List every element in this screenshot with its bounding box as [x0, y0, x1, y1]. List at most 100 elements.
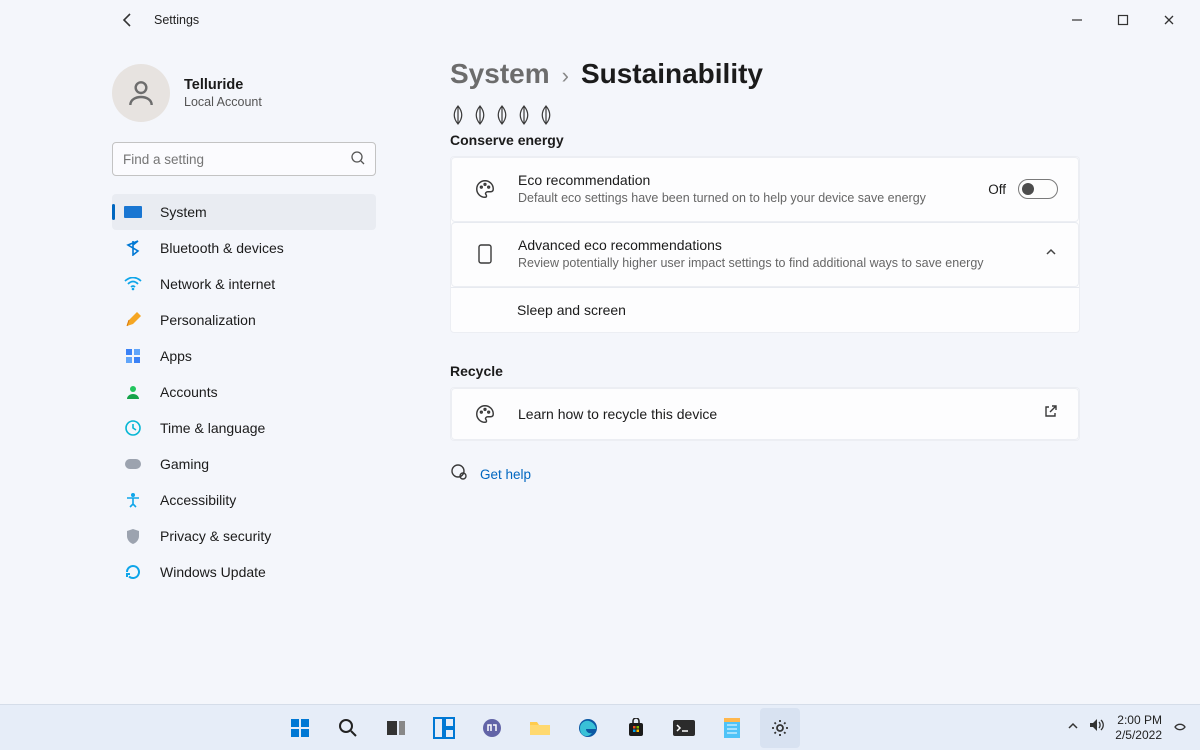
- device-icon: [472, 244, 498, 264]
- nav-label: Apps: [160, 348, 192, 364]
- nav-item-update[interactable]: Windows Update: [112, 554, 376, 590]
- notification-icon[interactable]: [1172, 717, 1188, 738]
- nav-label: Personalization: [160, 312, 256, 328]
- back-button[interactable]: [112, 4, 144, 36]
- nav-label: Accessibility: [160, 492, 236, 508]
- nav-item-network[interactable]: Network & internet: [112, 266, 376, 302]
- apps-icon: [122, 345, 144, 367]
- eco-subtitle: Default eco settings have been turned on…: [518, 190, 988, 207]
- conserve-card: Eco recommendation Default eco settings …: [450, 156, 1080, 333]
- update-icon: [122, 561, 144, 583]
- chevron-right-icon: ›: [562, 63, 569, 89]
- search-input[interactable]: [112, 142, 376, 176]
- main-content: System › Sustainability Conserve energy: [392, 40, 1200, 704]
- nav-label: Bluetooth & devices: [160, 240, 284, 256]
- sleep-and-screen-row[interactable]: Sleep and screen: [451, 287, 1079, 332]
- store-button[interactable]: [616, 708, 656, 748]
- nav-item-time[interactable]: Time & language: [112, 410, 376, 446]
- get-help-row[interactable]: Get help: [450, 463, 1080, 486]
- gamepad-icon: [122, 453, 144, 475]
- nav-label: Time & language: [160, 420, 265, 436]
- nav-item-privacy[interactable]: Privacy & security: [112, 518, 376, 554]
- sleep-title: Sleep and screen: [517, 302, 626, 318]
- nav-item-system[interactable]: System: [112, 194, 376, 230]
- clock-icon: [122, 417, 144, 439]
- nav-item-personalization[interactable]: Personalization: [112, 302, 376, 338]
- account-name: Telluride: [184, 77, 262, 93]
- breadcrumb-current: Sustainability: [581, 58, 763, 90]
- taskbar-clock[interactable]: 2:00 PM 2/5/2022: [1115, 713, 1162, 742]
- sidebar: Telluride Local Account System Bluetooth…: [0, 40, 392, 704]
- recycle-title: Learn how to recycle this device: [518, 406, 1043, 422]
- nav-label: Accounts: [160, 384, 218, 400]
- recycle-row[interactable]: Learn how to recycle this device: [451, 388, 1079, 440]
- account-block[interactable]: Telluride Local Account: [112, 64, 376, 122]
- help-icon: [450, 463, 468, 486]
- task-view-button[interactable]: [376, 708, 416, 748]
- chat-button[interactable]: [472, 708, 512, 748]
- leaf-row: [450, 104, 1080, 126]
- adv-title: Advanced eco recommendations: [518, 237, 1044, 253]
- nav-item-apps[interactable]: Apps: [112, 338, 376, 374]
- nav-item-accessibility[interactable]: Accessibility: [112, 482, 376, 518]
- window-title: Settings: [154, 13, 199, 27]
- shield-icon: [122, 525, 144, 547]
- edge-button[interactable]: [568, 708, 608, 748]
- nav-label: Privacy & security: [160, 528, 271, 544]
- palette-icon: [472, 403, 498, 425]
- recycle-heading: Recycle: [450, 363, 1080, 379]
- notepad-button[interactable]: [712, 708, 752, 748]
- file-explorer-button[interactable]: [520, 708, 560, 748]
- close-button[interactable]: [1146, 4, 1192, 36]
- settings-button[interactable]: [760, 708, 800, 748]
- leaf-icon: [450, 104, 466, 126]
- wifi-icon: [122, 273, 144, 295]
- person-icon: [122, 381, 144, 403]
- open-external-icon: [1043, 404, 1058, 424]
- nav-item-bluetooth[interactable]: Bluetooth & devices: [112, 230, 376, 266]
- clock-time: 2:00 PM: [1115, 713, 1162, 727]
- nav-label: Network & internet: [160, 276, 275, 292]
- nav: System Bluetooth & devices Network & int…: [112, 194, 376, 590]
- search-icon: [350, 150, 366, 171]
- clock-date: 2/5/2022: [1115, 728, 1162, 742]
- maximize-button[interactable]: [1100, 4, 1146, 36]
- account-sub: Local Account: [184, 95, 262, 109]
- volume-icon[interactable]: [1089, 718, 1105, 737]
- nav-item-gaming[interactable]: Gaming: [112, 446, 376, 482]
- start-button[interactable]: [280, 708, 320, 748]
- leaf-icon: [538, 104, 554, 126]
- pencil-icon: [122, 309, 144, 331]
- widgets-button[interactable]: [424, 708, 464, 748]
- nav-label: Gaming: [160, 456, 209, 472]
- get-help-link[interactable]: Get help: [480, 467, 531, 482]
- titlebar: Settings: [0, 0, 1200, 40]
- palette-icon: [472, 178, 498, 200]
- eco-title: Eco recommendation: [518, 172, 988, 188]
- display-icon: [122, 201, 144, 223]
- tray-chevron-icon[interactable]: [1067, 719, 1079, 737]
- eco-recommendation-row[interactable]: Eco recommendation Default eco settings …: [451, 157, 1079, 222]
- chevron-up-icon: [1044, 245, 1058, 264]
- breadcrumb-parent[interactable]: System: [450, 58, 550, 90]
- breadcrumb: System › Sustainability: [450, 58, 1080, 90]
- avatar: [112, 64, 170, 122]
- terminal-button[interactable]: [664, 708, 704, 748]
- leaf-icon: [494, 104, 510, 126]
- leaf-icon: [472, 104, 488, 126]
- conserve-heading: Conserve energy: [450, 132, 1080, 148]
- accessibility-icon: [122, 489, 144, 511]
- adv-subtitle: Review potentially higher user impact se…: [518, 255, 988, 272]
- nav-item-accounts[interactable]: Accounts: [112, 374, 376, 410]
- advanced-eco-row[interactable]: Advanced eco recommendations Review pote…: [451, 222, 1079, 287]
- taskbar: 2:00 PM 2/5/2022: [0, 704, 1200, 750]
- search-box[interactable]: [112, 142, 376, 176]
- eco-toggle-label: Off: [988, 182, 1006, 197]
- eco-toggle[interactable]: [1018, 179, 1058, 199]
- taskbar-search-button[interactable]: [328, 708, 368, 748]
- leaf-icon: [516, 104, 532, 126]
- bluetooth-icon: [122, 237, 144, 259]
- nav-label: System: [160, 204, 207, 220]
- nav-label: Windows Update: [160, 564, 266, 580]
- minimize-button[interactable]: [1054, 4, 1100, 36]
